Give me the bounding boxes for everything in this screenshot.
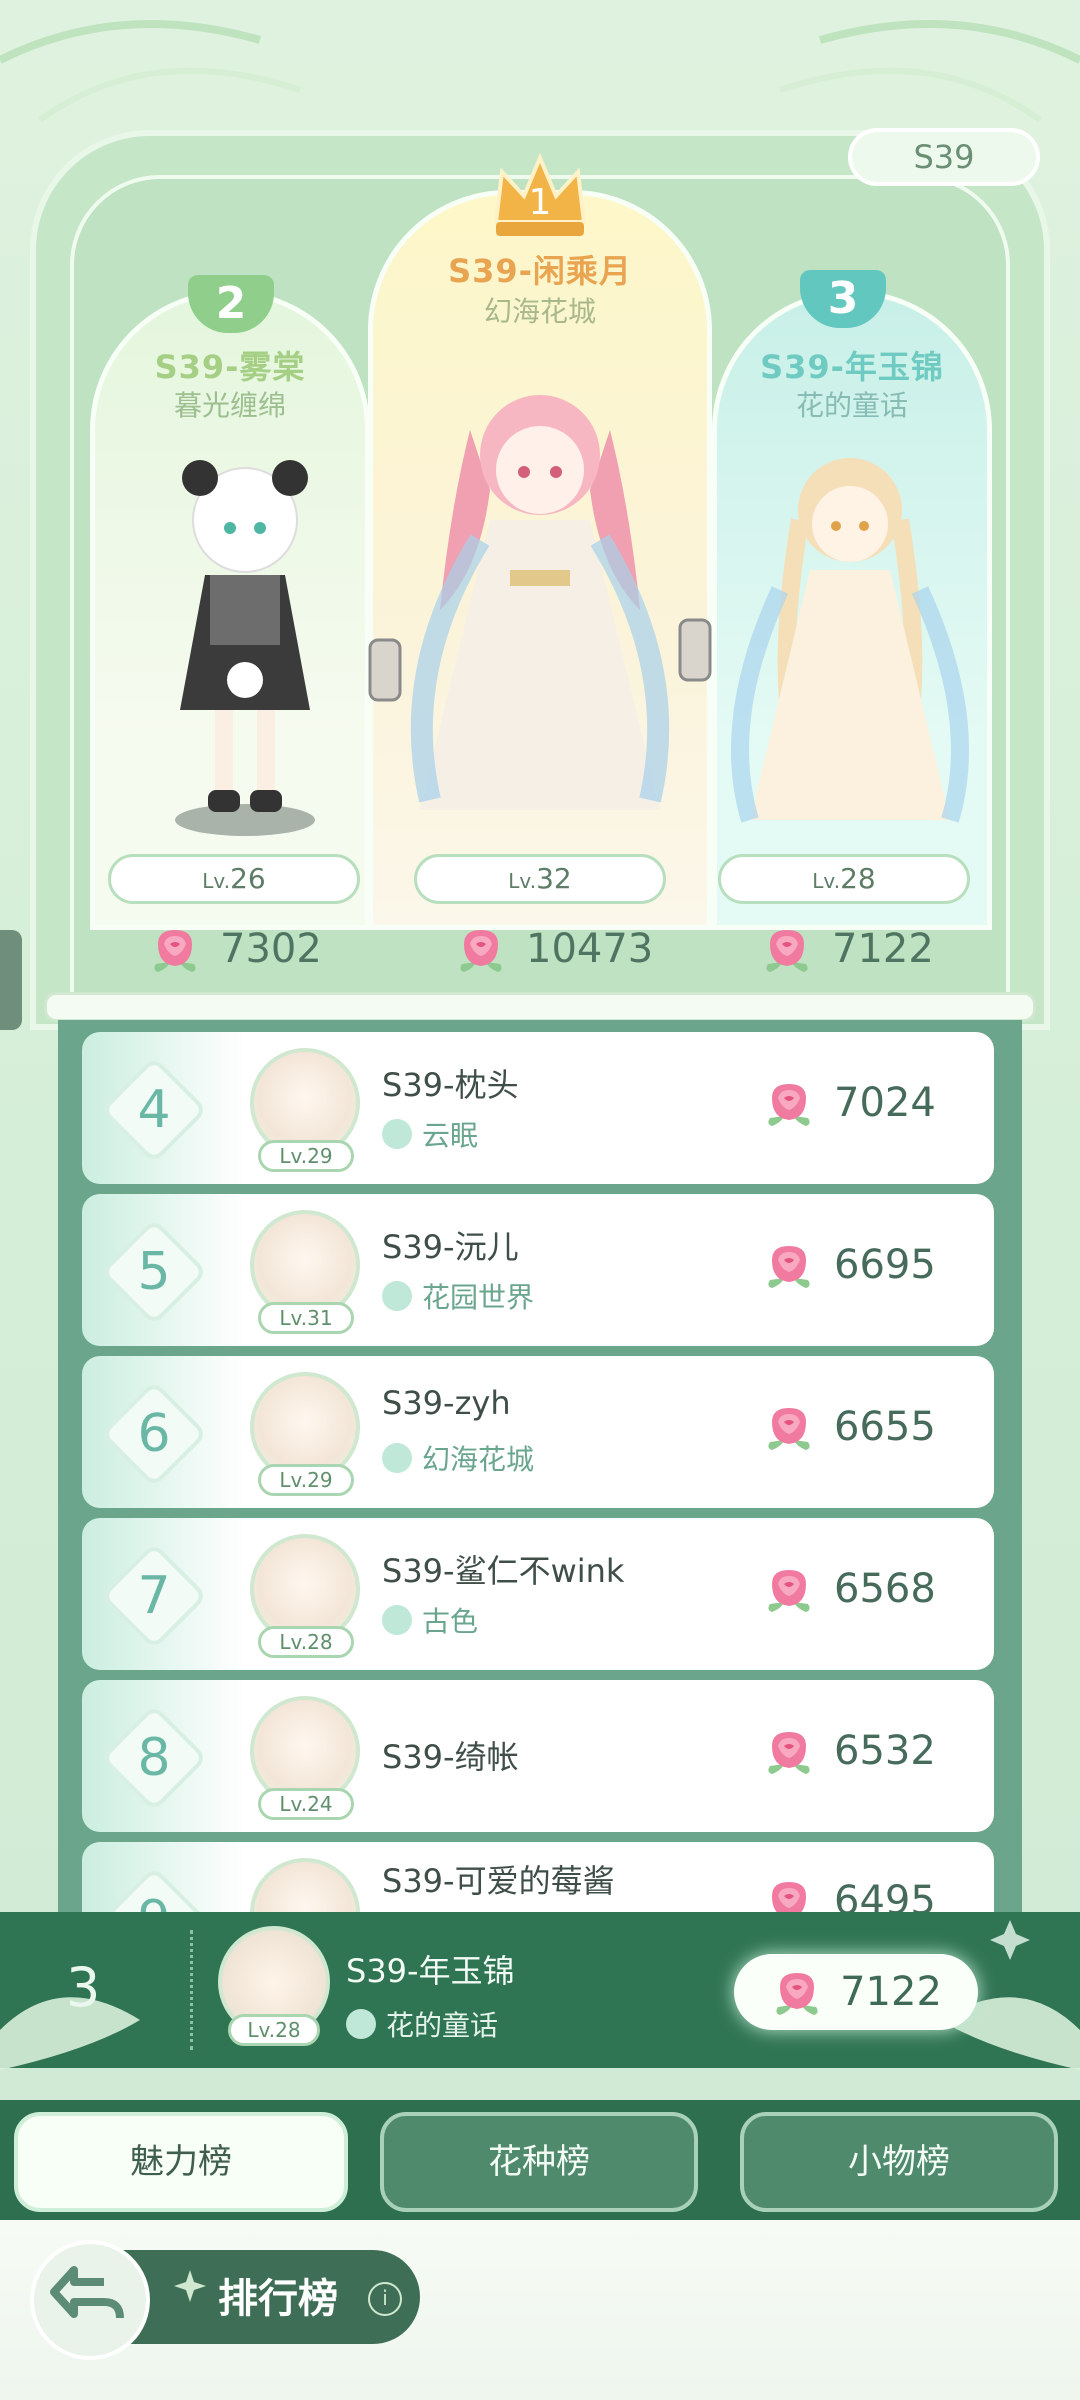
ranking-list[interactable]: 4 Lv.29 S39-枕头 云眠 7024 5 Lv.31 S39-沅儿 花园… bbox=[58, 1020, 1022, 1920]
page-title: 排行榜 bbox=[218, 2276, 338, 2322]
crown-icon: 1 bbox=[493, 152, 587, 236]
list-item[interactable]: 4 Lv.29 S39-枕头 云眠 7024 bbox=[82, 1032, 994, 1184]
list-item[interactable]: 8 Lv.24 S39-绮帐 6532 bbox=[82, 1680, 994, 1832]
divider bbox=[190, 1930, 193, 2050]
rose-icon bbox=[770, 1967, 824, 2017]
podium-first-guild: 幻海花城 bbox=[483, 295, 596, 328]
podium-third-level: Lv.28 bbox=[718, 854, 970, 904]
side-expand-handle[interactable] bbox=[0, 930, 22, 1030]
charm-score: 6695 bbox=[762, 1240, 936, 1290]
podium-third-name: S39-年玉锦 bbox=[760, 348, 944, 386]
player-name: S39-鲨仁不wink bbox=[382, 1552, 625, 1590]
podium-first-level: Lv.32 bbox=[414, 854, 666, 904]
podium-second-character[interactable] bbox=[150, 450, 340, 850]
tab-small-items[interactable]: 小物榜 bbox=[740, 2112, 1058, 2212]
my-charm-score: 7122 bbox=[734, 1954, 978, 2030]
podium-third-guild: 花的童话 bbox=[795, 389, 908, 422]
charm-score: 6532 bbox=[762, 1726, 936, 1776]
rose-icon bbox=[762, 1726, 816, 1776]
tab-charm[interactable]: 魅力榜 bbox=[14, 2112, 348, 2212]
player-name: S39-枕头 bbox=[382, 1066, 519, 1104]
rose-icon bbox=[760, 924, 814, 974]
leaf-icon bbox=[382, 1443, 412, 1473]
player-name: S39-绮帐 bbox=[382, 1738, 519, 1776]
rose-icon bbox=[762, 1402, 816, 1452]
rose-icon bbox=[148, 924, 202, 974]
level-badge: Lv.29 bbox=[258, 1140, 354, 1172]
server-badge[interactable]: S39 bbox=[848, 128, 1040, 186]
level-badge: Lv.24 bbox=[258, 1788, 354, 1820]
list-item[interactable]: 5 Lv.31 S39-沅儿 花园世界 6695 bbox=[82, 1194, 994, 1346]
podium-first-name: S39-闲乘月 bbox=[448, 252, 632, 290]
podium-third-character[interactable] bbox=[720, 440, 980, 840]
rank-diamond: 4 bbox=[100, 1056, 208, 1164]
charm-score: 7024 bbox=[762, 1078, 936, 1128]
charm-score: 6568 bbox=[762, 1564, 936, 1614]
back-button[interactable] bbox=[30, 2240, 150, 2360]
my-guild-name: 花的童话 bbox=[346, 2004, 498, 2044]
podium-first-character[interactable] bbox=[360, 370, 720, 840]
rose-icon bbox=[762, 1240, 816, 1290]
back-arrow-icon bbox=[50, 2266, 124, 2319]
level-badge: Lv.31 bbox=[258, 1302, 354, 1334]
guild-name: 云眠 bbox=[382, 1114, 478, 1154]
info-icon[interactable]: i bbox=[368, 2282, 402, 2316]
rank-diamond: 7 bbox=[100, 1542, 208, 1650]
podium-first-score: 10473 bbox=[454, 924, 653, 974]
rose-icon bbox=[762, 1078, 816, 1128]
rank-diamond: 8 bbox=[100, 1704, 208, 1812]
leaf-icon bbox=[382, 1605, 412, 1635]
sparkle-icon bbox=[174, 2270, 206, 2302]
level-badge: Lv.28 bbox=[258, 1626, 354, 1658]
rank-diamond: 5 bbox=[100, 1218, 208, 1326]
rose-icon bbox=[762, 1564, 816, 1614]
my-level-badge: Lv.28 bbox=[228, 2014, 320, 2046]
charm-score: 6655 bbox=[762, 1402, 936, 1452]
list-item[interactable]: 7 Lv.28 S39-鲨仁不wink 古色 6568 bbox=[82, 1518, 994, 1670]
leaf-icon bbox=[382, 1119, 412, 1149]
top-vine-decoration bbox=[0, 20, 1080, 123]
player-name: S39-沅儿 bbox=[382, 1228, 519, 1266]
rank-diamond: 6 bbox=[100, 1380, 208, 1488]
leaf-icon bbox=[346, 2009, 376, 2039]
leaf-icon bbox=[382, 1281, 412, 1311]
podium-first-rank: 1 bbox=[529, 182, 552, 223]
my-rank-number: 3 bbox=[66, 1956, 101, 2019]
podium-second-name: S39-雾棠 bbox=[154, 348, 306, 386]
rose-icon bbox=[454, 924, 508, 974]
guild-name: 花园世界 bbox=[382, 1276, 534, 1316]
podium-shelf bbox=[44, 992, 1036, 1022]
player-name: S39-zyh bbox=[382, 1384, 511, 1422]
my-player-name: S39-年玉锦 bbox=[346, 1952, 515, 1990]
podium-second-score: 7302 bbox=[148, 924, 322, 974]
podium-third-score: 7122 bbox=[760, 924, 934, 974]
podium-second-level: Lv.26 bbox=[108, 854, 360, 904]
player-name: S39-可爱的莓酱 bbox=[382, 1862, 615, 1900]
podium-second-guild: 暮光缠绵 bbox=[173, 389, 286, 422]
guild-name: 古色 bbox=[382, 1600, 478, 1640]
level-badge: Lv.29 bbox=[258, 1464, 354, 1496]
tab-flower-seeds[interactable]: 花种榜 bbox=[380, 2112, 698, 2212]
list-item[interactable]: 6 Lv.29 S39-zyh 幻海花城 6655 bbox=[82, 1356, 994, 1508]
guild-name: 幻海花城 bbox=[382, 1438, 534, 1478]
